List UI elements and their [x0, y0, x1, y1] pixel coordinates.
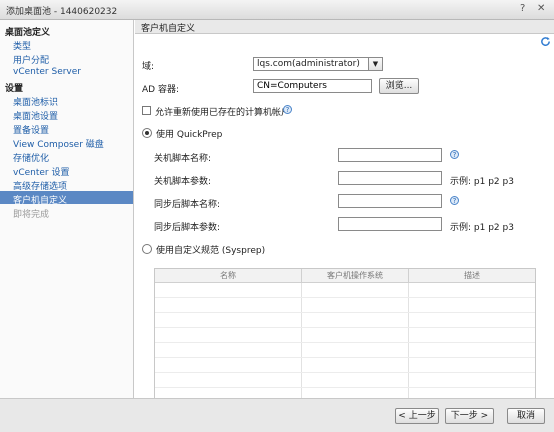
- refresh-icon[interactable]: [540, 36, 551, 47]
- example-text: 示例: p1 p2 p3: [450, 177, 514, 187]
- close-icon[interactable]: ✕: [537, 3, 547, 15]
- help-circle-icon[interactable]: ?: [450, 196, 459, 205]
- table-row[interactable]: [155, 343, 535, 358]
- help-icon[interactable]: ?: [520, 3, 530, 15]
- domain-label: 域:: [142, 62, 155, 72]
- column-header-description[interactable]: 描述: [409, 269, 535, 283]
- help-circle-icon[interactable]: ?: [450, 150, 459, 159]
- ad-container-input[interactable]: [253, 79, 372, 93]
- table-row[interactable]: [155, 358, 535, 373]
- content-header: 客户机自定义: [135, 20, 554, 34]
- quickprep-label: 使用 QuickPrep: [156, 130, 223, 140]
- wizard-footer: < 上一步 下一步 > 取消: [0, 398, 554, 432]
- sidebar-item-user-assignment[interactable]: 用户分配: [13, 53, 49, 66]
- postsync-script-params-input[interactable]: [338, 217, 442, 231]
- sidebar-item-pool-settings[interactable]: 桌面池设置: [13, 109, 58, 122]
- table-row[interactable]: [155, 328, 535, 343]
- table-row[interactable]: [155, 298, 535, 313]
- sysprep-radio[interactable]: [142, 244, 152, 254]
- cancel-button[interactable]: 取消: [507, 408, 545, 424]
- radio-selected-dot: [145, 131, 149, 135]
- reuse-account-label: 允许重新使用已存在的计算机帐户: [155, 108, 291, 118]
- help-circle-icon[interactable]: ?: [283, 105, 292, 114]
- sidebar-item-vcenter-settings[interactable]: vCenter 设置: [13, 165, 69, 178]
- back-button[interactable]: < 上一步: [395, 408, 439, 424]
- customization-spec-table: 名称 客户机操作系统 描述: [154, 268, 536, 403]
- sidebar-group-pool-definition: 桌面池定义: [5, 28, 51, 38]
- window-title: 添加桌面池 - 1440620232: [6, 7, 118, 17]
- sidebar-item-composer-disks[interactable]: View Composer 磁盘: [13, 137, 104, 150]
- reuse-account-checkbox[interactable]: [142, 106, 151, 115]
- shutdown-script-params-label: 关机脚本参数:: [154, 177, 212, 187]
- sidebar-item-guest-customization[interactable]: 客户机自定义: [13, 193, 67, 206]
- browse-button[interactable]: 浏览...: [379, 78, 419, 94]
- ad-container-label: AD 容器:: [142, 85, 179, 95]
- chevron-down-icon[interactable]: ▼: [368, 58, 382, 70]
- postsync-script-name-label: 同步后脚本名称:: [154, 200, 221, 210]
- page-title: 客户机自定义: [141, 24, 196, 34]
- table-row[interactable]: [155, 373, 535, 388]
- next-button[interactable]: 下一步 >: [445, 408, 494, 424]
- domain-select[interactable]: lqs.com(administrator) ▼: [253, 57, 383, 71]
- column-header-name[interactable]: 名称: [155, 269, 302, 283]
- title-bar: 添加桌面池 - 1440620232 ? ✕: [0, 0, 554, 20]
- shutdown-script-params-input[interactable]: [338, 171, 442, 185]
- sysprep-label: 使用自定义规范 (Sysprep): [156, 246, 266, 256]
- postsync-script-name-input[interactable]: [338, 194, 442, 208]
- sidebar-item-ready-to-complete: 即将完成: [13, 210, 50, 220]
- wizard-sidebar: 桌面池定义 类型 用户分配 vCenter Server 设置 桌面池标识 桌面…: [0, 20, 134, 398]
- table-row[interactable]: [155, 283, 535, 298]
- column-header-guest-os[interactable]: 客户机操作系统: [302, 269, 409, 283]
- example-text: 示例: p1 p2 p3: [450, 223, 514, 233]
- sidebar-group-settings: 设置: [5, 84, 24, 94]
- content-panel: 客户机自定义 域: lqs.com(administrator) ▼ AD 容器…: [135, 20, 554, 403]
- postsync-script-params-label: 同步后脚本参数:: [154, 223, 221, 233]
- sidebar-item-type[interactable]: 类型: [13, 39, 31, 52]
- domain-value: lqs.com(administrator): [257, 59, 360, 69]
- sidebar-item-storage-optimization[interactable]: 存储优化: [13, 151, 49, 164]
- sidebar-item-advanced-storage[interactable]: 高级存储选项: [13, 179, 67, 192]
- sidebar-item-provisioning[interactable]: 置备设置: [13, 123, 49, 136]
- shutdown-script-name-input[interactable]: [338, 148, 442, 162]
- table-row[interactable]: [155, 313, 535, 328]
- quickprep-radio[interactable]: [142, 128, 152, 138]
- shutdown-script-name-label: 关机脚本名称:: [154, 154, 212, 164]
- sidebar-item-vcenter-server[interactable]: vCenter Server: [13, 67, 81, 77]
- sidebar-item-pool-id[interactable]: 桌面池标识: [13, 95, 58, 108]
